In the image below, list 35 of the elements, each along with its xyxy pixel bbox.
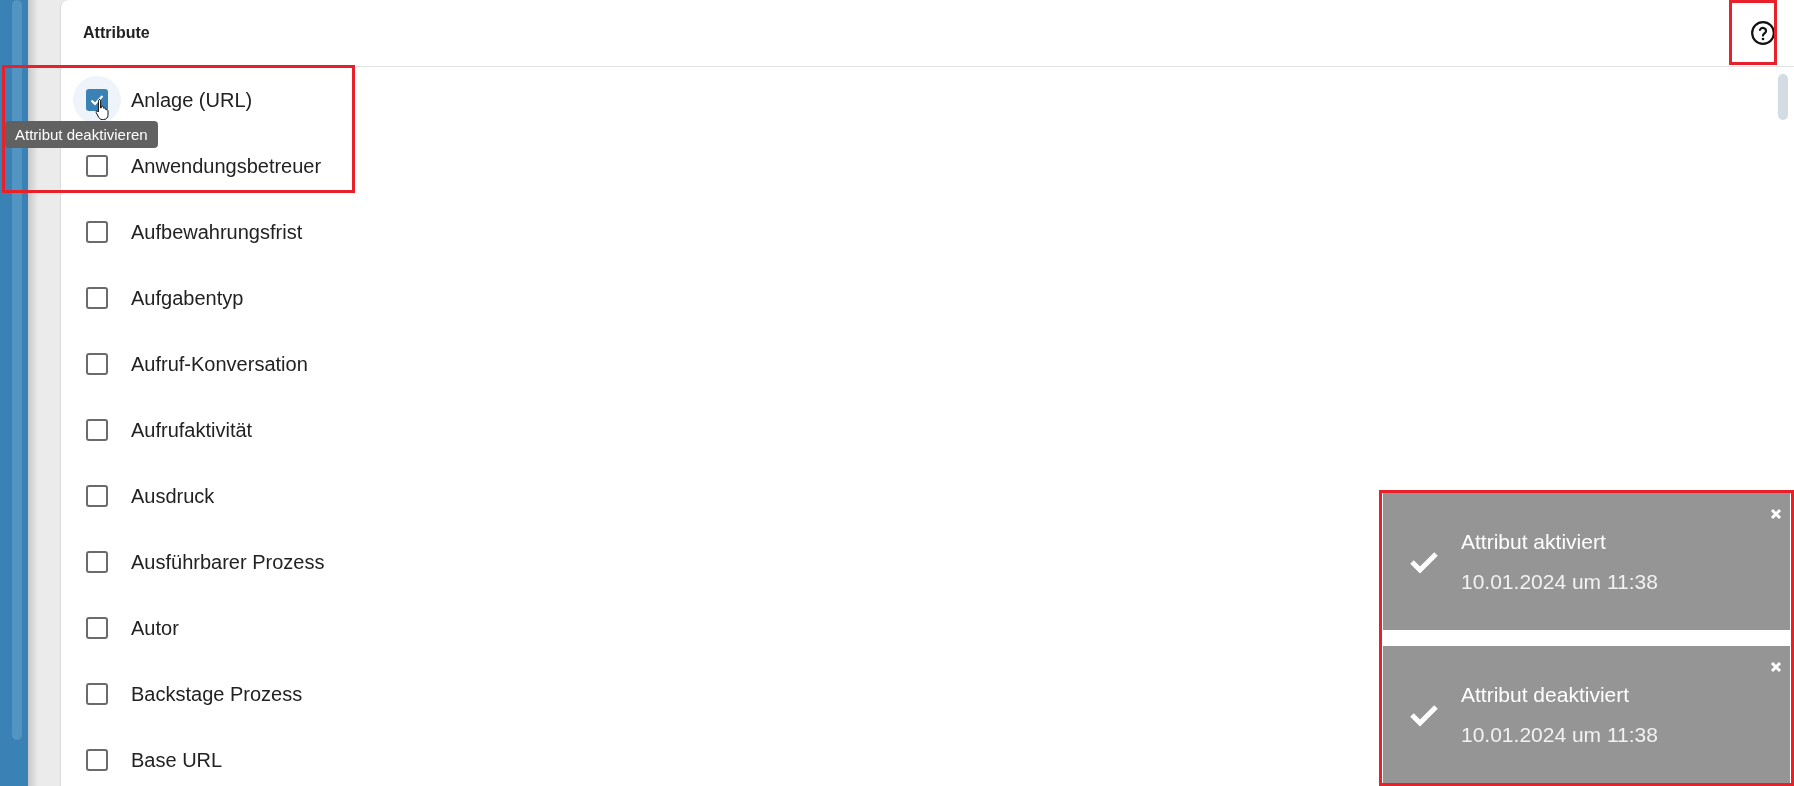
attribute-label: Ausführbarer Prozess	[131, 550, 325, 574]
attribute-label: Autor	[131, 616, 179, 640]
attribute-label: Aufrufaktivität	[131, 418, 253, 442]
checkbox[interactable]	[86, 749, 108, 771]
toast-time: 10.01.2024 um 11:38	[1461, 569, 1658, 594]
help-icon[interactable]	[1750, 20, 1776, 46]
checkmark-icon	[1409, 549, 1439, 574]
attribute-label: Anwendungsbetreuer	[131, 154, 322, 178]
checkbox[interactable]	[86, 155, 108, 177]
attribute-label: Base URL	[131, 748, 223, 772]
attribute-label: Backstage Prozess	[131, 682, 303, 706]
checkbox[interactable]	[86, 419, 108, 441]
checkbox[interactable]	[86, 221, 108, 243]
checkbox[interactable]	[86, 683, 108, 705]
annotation-frame	[1729, 0, 1777, 65]
tooltip: Attribut deaktivieren	[5, 121, 158, 148]
checkbox[interactable]	[86, 551, 108, 573]
scrollbar-thumb[interactable]	[1778, 74, 1788, 120]
checkbox[interactable]	[86, 617, 108, 639]
checkbox[interactable]	[86, 353, 108, 375]
attribute-label: Aufgabentyp	[131, 286, 244, 310]
close-icon[interactable]	[1770, 661, 1782, 673]
attribute-label: Aufruf-Konversation	[131, 352, 308, 376]
checkmark-icon	[1409, 702, 1439, 727]
attribute-label: Anlage (URL)	[131, 88, 253, 112]
checkbox[interactable]	[86, 287, 108, 309]
toast-time: 10.01.2024 um 11:38	[1461, 722, 1658, 747]
pointer-cursor-icon	[95, 98, 111, 120]
attribute-label: Aufbewahrungsfrist	[131, 220, 303, 244]
toast-title: Attribut aktiviert	[1461, 529, 1607, 554]
toast-title: Attribut deaktiviert	[1461, 682, 1631, 707]
card-title: Attribute	[83, 24, 150, 42]
checkbox[interactable]	[86, 485, 108, 507]
close-icon[interactable]	[1770, 508, 1782, 520]
attribute-label: Ausdruck	[131, 484, 215, 508]
